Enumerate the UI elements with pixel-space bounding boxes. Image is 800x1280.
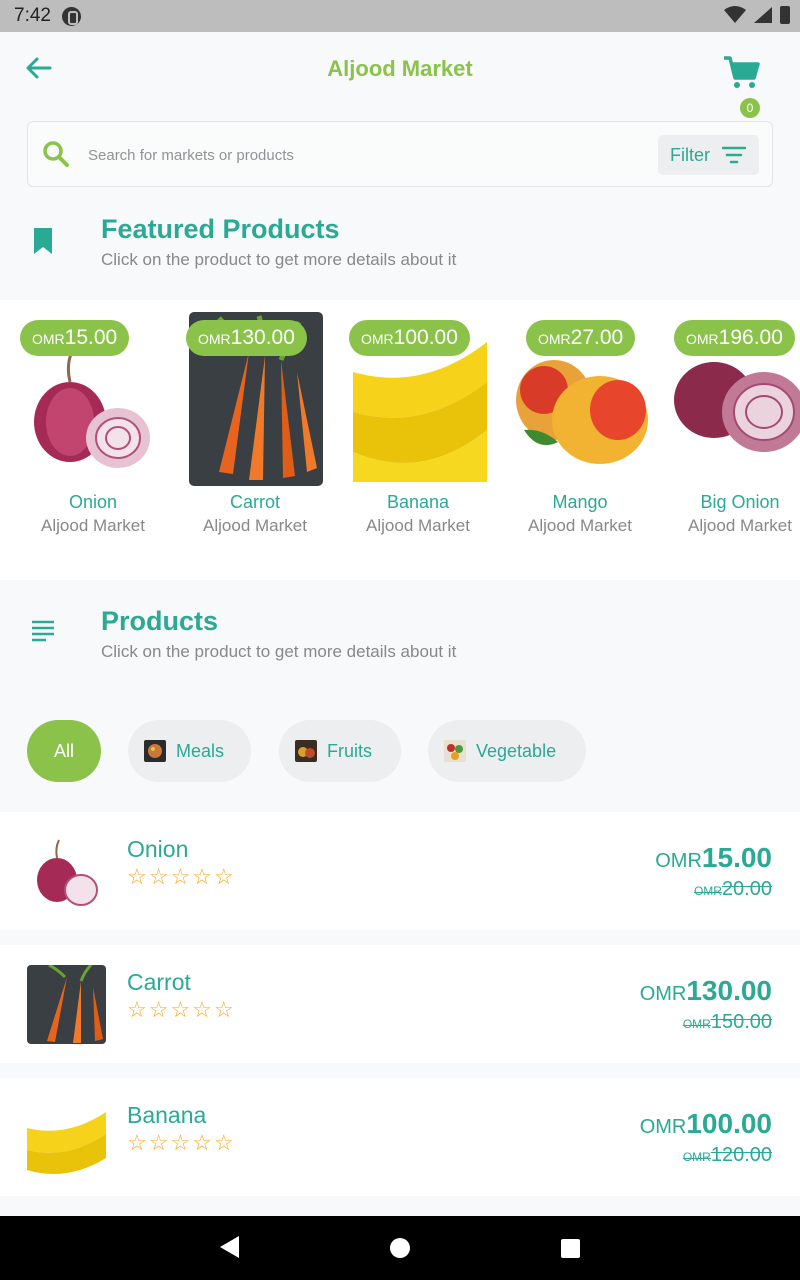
battery-icon	[780, 6, 790, 24]
search-input[interactable]	[88, 142, 648, 168]
chip-label: Meals	[176, 740, 225, 761]
signal-icon	[754, 7, 772, 23]
featured-name: Mango	[552, 492, 608, 512]
chip-label: Fruits	[327, 740, 372, 761]
list-icon	[32, 620, 54, 642]
status-icons	[724, 6, 790, 24]
product-old-price: OMR150.00	[682, 1011, 772, 1033]
featured-market: Aljood Market	[688, 516, 792, 535]
banana-thumbnail	[27, 1098, 106, 1177]
product-name: Onion	[127, 836, 189, 862]
product-price: OMR15.00	[655, 842, 772, 873]
product-row-carrot[interactable]: Carrot ☆☆☆☆☆ OMR130.00 OMR150.00	[0, 945, 800, 1063]
system-navigation-bar	[0, 1216, 800, 1280]
product-row-onion[interactable]: Onion ☆☆☆☆☆ OMR15.00 OMR20.00	[0, 812, 800, 930]
chip-label: All	[53, 740, 74, 761]
product-row-banana[interactable]: Banana ☆☆☆☆☆ OMR100.00 OMR120.00	[0, 1078, 800, 1196]
app-notification-icon	[62, 7, 81, 26]
product-old-price: OMR120.00	[682, 1144, 772, 1166]
product-name: Banana	[127, 1102, 207, 1128]
filter-label: Filter	[670, 144, 710, 165]
wifi-icon	[724, 6, 746, 23]
page-title: Aljood Market	[327, 56, 473, 81]
featured-price-badge: OMR 100.00	[349, 320, 470, 356]
chip-label: Vegetable	[476, 740, 557, 761]
status-time: 7:42	[14, 5, 51, 26]
products-subtitle: Click on the product to get more details…	[101, 642, 457, 661]
featured-price-badge: OMR 27.00	[526, 320, 636, 356]
featured-name: Banana	[386, 492, 450, 512]
rating-stars: ☆☆☆☆☆	[127, 997, 236, 1022]
featured-market: Aljood Market	[528, 516, 632, 535]
onion-thumbnail	[27, 832, 106, 911]
search-icon	[43, 141, 69, 167]
product-price: OMR130.00	[639, 975, 772, 1006]
status-bar: 7:42	[0, 0, 800, 32]
shopping-cart-icon[interactable]	[722, 52, 762, 92]
fruits-thumbnail-icon	[295, 740, 317, 762]
featured-card-mango[interactable]: OMR 27.00 Mango Aljood Market	[505, 300, 655, 570]
featured-price-badge: OMR 15.00	[20, 320, 130, 356]
featured-card-carrot[interactable]: OMR 130.00 Carrot Aljood Market	[180, 300, 330, 570]
featured-market: Aljood Market	[366, 516, 470, 535]
category-chip-all[interactable]: All	[27, 720, 101, 782]
cart-count-badge: 0	[740, 98, 760, 118]
nav-home-icon[interactable]	[390, 1238, 410, 1258]
featured-products-carousel[interactable]: OMR 15.00 Onion Aljood Market OMR 130.00 C…	[0, 300, 800, 580]
nav-recents-icon[interactable]	[561, 1239, 580, 1258]
carrot-thumbnail	[27, 965, 106, 1044]
featured-card-onion[interactable]: OMR 15.00 Onion Aljood Market	[18, 300, 168, 570]
bookmark-icon	[34, 228, 52, 254]
category-chip-fruits[interactable]: Fruits	[279, 720, 401, 782]
search-bar: Filter	[27, 121, 773, 187]
app-bar: Aljood Market 0	[0, 32, 800, 118]
product-name: Carrot	[127, 969, 191, 995]
featured-market: Aljood Market	[41, 516, 145, 535]
featured-title: Featured Products	[101, 214, 340, 244]
featured-name: Carrot	[229, 492, 280, 512]
products-title: Products	[101, 606, 219, 636]
featured-market: Aljood Market	[203, 516, 307, 535]
featured-name: Big Onion	[700, 492, 780, 512]
featured-price-badge: OMR 130.00	[186, 320, 307, 356]
featured-name: Onion	[68, 492, 118, 512]
filter-button[interactable]: Filter	[658, 135, 759, 175]
featured-header: Featured Products Click on the product t…	[0, 214, 800, 284]
category-chip-vegetable[interactable]: Vegetable	[428, 720, 586, 782]
nav-back-icon[interactable]	[220, 1236, 239, 1258]
product-price: OMR100.00	[639, 1108, 772, 1139]
products-header: Products Click on the product to get mor…	[0, 606, 800, 676]
category-chip-meals[interactable]: Meals	[128, 720, 251, 782]
vegetable-thumbnail-icon	[444, 740, 466, 762]
meals-thumbnail-icon	[144, 740, 166, 762]
featured-price-badge: OMR 196.00	[674, 320, 795, 356]
featured-card-big-onion[interactable]: OMR 196.00 Big Onion Aljood Market	[665, 300, 800, 570]
filter-icon	[722, 146, 746, 164]
rating-stars: ☆☆☆☆☆	[127, 1130, 236, 1155]
featured-card-banana[interactable]: OMR 100.00 Banana Aljood Market	[343, 300, 493, 570]
rating-stars: ☆☆☆☆☆	[127, 864, 236, 889]
featured-subtitle: Click on the product to get more details…	[101, 250, 457, 269]
product-old-price: OMR20.00	[693, 878, 772, 900]
